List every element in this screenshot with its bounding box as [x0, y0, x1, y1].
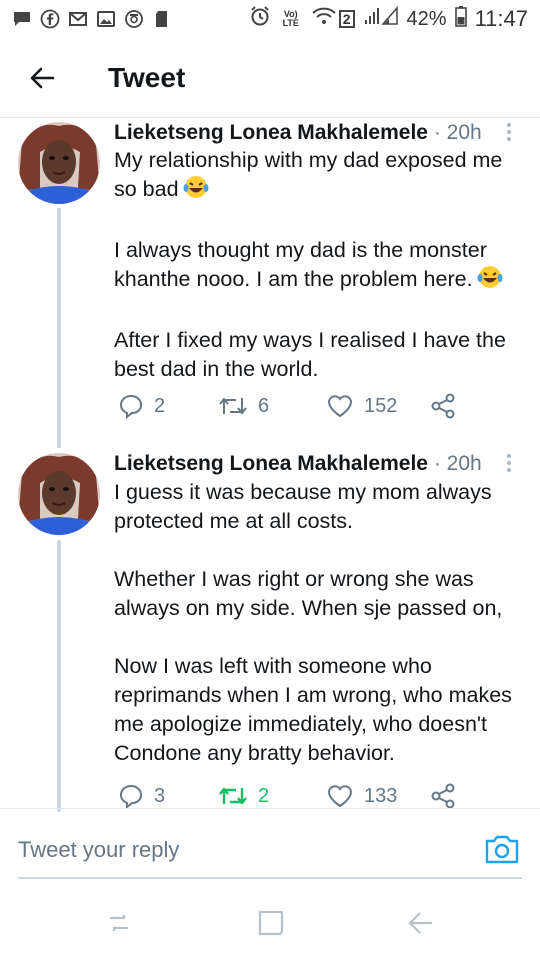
camera-icon	[484, 835, 520, 869]
share-button[interactable]	[430, 392, 456, 420]
system-navigation-bar	[0, 880, 540, 960]
retweet-button[interactable]: 6	[218, 392, 269, 420]
laughing-emoji-icon	[183, 175, 209, 207]
like-button[interactable]: 133	[326, 782, 397, 810]
more-options-icon[interactable]	[500, 451, 518, 475]
tweet-actions: 2 6 152	[114, 392, 474, 420]
avatar[interactable]	[18, 453, 100, 535]
clock: 11:47	[474, 6, 528, 31]
recent-apps-button[interactable]	[104, 908, 134, 938]
tweet-header: Lieketseng Lonea Makhalemele · 20h	[114, 452, 482, 476]
sd-card-icon	[152, 9, 172, 29]
thread-connector	[57, 208, 61, 448]
camera-sync-icon	[124, 9, 144, 29]
tweet-paragraph: I guess it was because my mom always pro…	[114, 480, 492, 533]
tweet-text: My relationship with my dad exposed me s…	[114, 146, 524, 384]
back-triangle-icon	[406, 912, 436, 942]
reply-button[interactable]: 2	[118, 392, 165, 420]
retweet-button[interactable]: 2	[218, 782, 269, 810]
reply-icon	[118, 393, 144, 419]
alarm-icon	[249, 5, 271, 33]
reply-icon	[118, 783, 144, 809]
camera-button[interactable]	[484, 833, 520, 867]
facebook-icon	[40, 9, 60, 29]
tweet-text: I guess it was because my mom always pro…	[114, 478, 524, 768]
tweet-paragraph: Whether I was right or wrong she was alw…	[114, 567, 503, 620]
gmail-icon	[68, 9, 88, 29]
separator-dot: ·	[433, 452, 441, 475]
like-button[interactable]: 152	[326, 392, 397, 420]
battery-percent: 42%	[406, 7, 447, 30]
home-icon	[256, 910, 286, 942]
reply-input[interactable]: Tweet your reply	[18, 837, 179, 863]
volte-indicator: Vo) LTE	[282, 9, 299, 28]
like-count: 152	[364, 394, 398, 417]
heart-icon	[326, 393, 354, 419]
tweet-paragraph: My relationship with my dad exposed me s…	[114, 146, 524, 207]
avatar[interactable]	[18, 122, 100, 204]
retweet-icon	[218, 394, 248, 418]
home-button[interactable]	[256, 908, 286, 938]
wifi-icon	[311, 6, 337, 32]
signal-icon	[363, 6, 399, 32]
arrow-left-icon	[29, 66, 55, 95]
retweet-icon	[218, 784, 248, 808]
battery-icon	[454, 5, 467, 33]
timestamp: 20h	[446, 121, 482, 144]
more-options-icon[interactable]	[500, 120, 518, 144]
share-button[interactable]	[430, 782, 456, 810]
reply-count: 2	[154, 394, 166, 417]
reply-count: 3	[154, 784, 166, 807]
reply-button[interactable]: 3	[118, 782, 165, 810]
share-icon	[430, 393, 456, 419]
chat-icon	[12, 9, 32, 29]
top-app-bar: Tweet	[0, 40, 540, 118]
tweet-paragraph: I always thought my dad is the monster k…	[114, 236, 524, 297]
tweet-header: Lieketseng Lonea Makhalemele · 20h	[114, 121, 482, 145]
page-title: Tweet	[108, 62, 186, 93]
back-nav-button[interactable]	[406, 908, 436, 938]
author-name[interactable]: Lieketseng Lonea Makhalemele	[114, 121, 428, 144]
sim-badge: 2	[338, 10, 355, 28]
reply-composer: Tweet your reply	[0, 808, 540, 878]
retweet-count: 2	[258, 784, 270, 807]
share-icon	[430, 783, 456, 809]
author-name[interactable]: Lieketseng Lonea Makhalemele	[114, 452, 428, 475]
system-status: Vo) LTE 2 42% 11:47	[249, 6, 528, 32]
status-bar: Vo) LTE 2 42% 11:47	[0, 0, 540, 40]
retweet-count: 6	[258, 394, 270, 417]
heart-icon	[326, 783, 354, 809]
gallery-icon	[96, 9, 116, 29]
like-count: 133	[364, 784, 398, 807]
thread-connector	[57, 540, 61, 812]
separator-dot: ·	[433, 121, 441, 144]
back-button[interactable]	[22, 60, 62, 100]
laughing-emoji-icon	[477, 265, 503, 297]
tweet-actions: 3 2 133	[114, 782, 474, 810]
notification-icons	[12, 8, 172, 30]
tweet-paragraph: After I fixed my ways I realised I have …	[114, 328, 506, 381]
recents-icon	[104, 915, 134, 942]
tweet-paragraph: Now I was left with someone who repriman…	[114, 654, 512, 765]
timestamp: 20h	[446, 452, 482, 475]
reply-divider	[18, 877, 522, 879]
